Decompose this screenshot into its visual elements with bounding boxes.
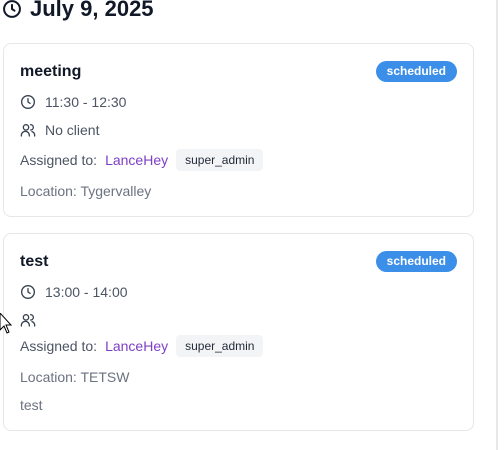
client-row: No client xyxy=(20,121,99,139)
clock-icon xyxy=(20,284,36,300)
assignee-link[interactable]: LanceHey xyxy=(105,152,168,168)
time-range: 13:00 - 14:00 xyxy=(45,284,128,300)
appointment-card[interactable]: test scheduled 13:00 - 14:00 Assigned to… xyxy=(3,233,474,431)
mouse-cursor-icon xyxy=(0,312,13,335)
date-title: July 9, 2025 xyxy=(30,0,154,21)
users-icon xyxy=(20,122,36,138)
clock-icon xyxy=(2,0,22,19)
time-row: 11:30 - 12:30 xyxy=(20,93,126,111)
users-icon xyxy=(20,312,36,328)
client-row xyxy=(20,311,45,329)
role-tag: super_admin xyxy=(176,149,264,171)
appointment-card[interactable]: meeting scheduled 11:30 - 12:30 No clien… xyxy=(3,43,474,217)
day-header: July 9, 2025 xyxy=(2,0,154,24)
client-name: No client xyxy=(45,122,100,138)
location-text: Location: Tygervalley xyxy=(20,183,152,199)
assignee-link[interactable]: LanceHey xyxy=(105,338,168,354)
assigned-label: Assigned to: xyxy=(20,152,98,168)
clock-icon xyxy=(20,94,36,110)
assigned-row: Assigned to: LanceHey super_admin xyxy=(20,148,264,172)
assigned-row: Assigned to: LanceHey super_admin xyxy=(20,334,264,358)
time-row: 13:00 - 14:00 xyxy=(20,283,128,301)
status-badge: scheduled xyxy=(375,61,457,82)
assigned-label: Assigned to: xyxy=(20,338,98,354)
notes-text: test xyxy=(20,397,43,413)
status-badge: scheduled xyxy=(375,251,457,272)
appointment-title: test xyxy=(20,253,49,270)
location-text: Location: TETSW xyxy=(20,369,130,385)
appointment-title: meeting xyxy=(20,63,82,80)
scrollbar[interactable] xyxy=(496,0,498,450)
time-range: 11:30 - 12:30 xyxy=(45,94,127,110)
role-tag: super_admin xyxy=(176,335,264,357)
